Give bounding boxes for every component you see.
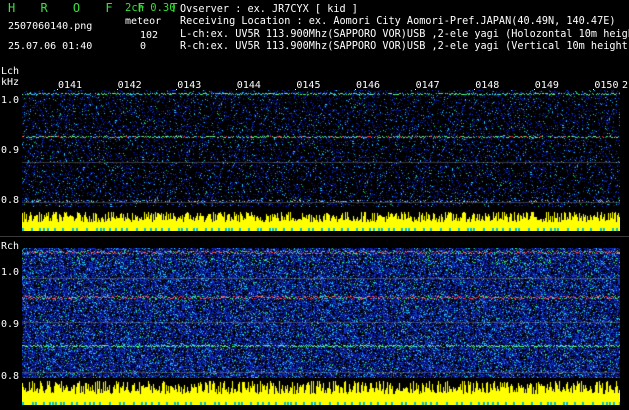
- lch-ytick-3: 0.8: [1, 195, 20, 206]
- lch-level-bar: [22, 207, 620, 231]
- rch-description: R-ch:ex. UV5R 113.900Mhz(SAPPORO VOR)USB…: [180, 41, 629, 52]
- filename-label: 2507060140.png: [8, 21, 93, 32]
- count-l: 102: [140, 30, 159, 41]
- lch-ytick-1: 1.0: [1, 95, 20, 106]
- mode-label: meteor: [125, 16, 162, 27]
- lch-spectrogram: [22, 90, 620, 207]
- lch-label: Lch: [1, 66, 20, 77]
- observer-line: Ovserver : ex. JR7CYX [ kid ]: [180, 4, 358, 15]
- rch-spectrogram: [22, 248, 620, 378]
- rch-ytick-3: 0.8: [1, 371, 20, 382]
- rch-ytick-1: 1.0: [1, 267, 20, 278]
- edge-label: 2: [622, 80, 629, 91]
- location-line: Receiving Location : ex. Aomori City Aom…: [180, 16, 616, 27]
- rch-label: Rch: [1, 241, 20, 252]
- count-r: 0: [140, 41, 147, 52]
- datetime-label: 25.07.06 01:40: [8, 41, 93, 52]
- lch-ytick-2: 0.9: [1, 145, 20, 156]
- rch-ytick-2: 0.9: [1, 319, 20, 330]
- rch-level-bar: [22, 378, 620, 405]
- version-label: 2ch 0.30: [125, 2, 176, 14]
- channel-divider: [0, 236, 629, 237]
- lch-description: L-ch:ex. UV5R 113.900Mhz(SAPPORO VOR)USB…: [180, 29, 629, 40]
- lch-unit: kHz: [1, 77, 20, 88]
